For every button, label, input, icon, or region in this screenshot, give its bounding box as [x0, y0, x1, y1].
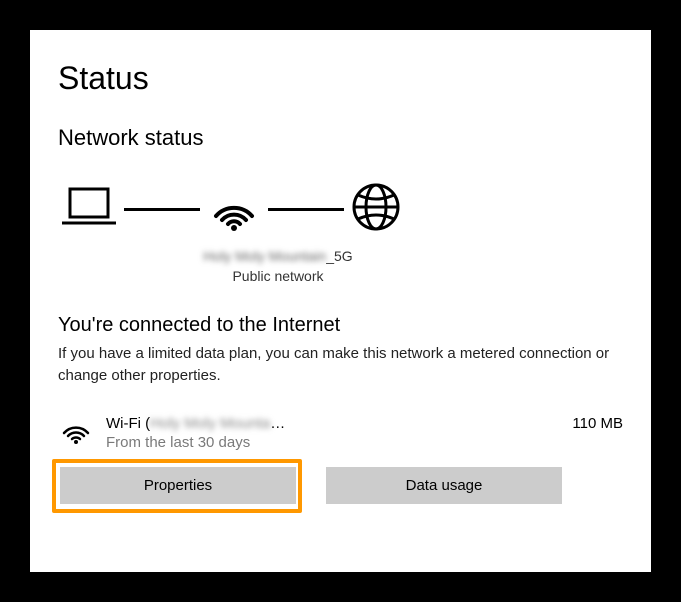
connection-prefix: Wi-Fi (	[106, 415, 150, 432]
connector-line	[124, 208, 200, 211]
connection-suffix: …	[270, 415, 285, 432]
buttons-row: Properties Data usage	[58, 467, 623, 504]
connection-name-obscured: Holy Moly Mounta	[150, 415, 270, 432]
network-diagram	[60, 181, 623, 238]
connection-texts: Wi-Fi (Holy Moly Mounta… From the last 3…	[106, 415, 558, 451]
laptop-icon	[60, 185, 118, 234]
settings-panel: Status Network status	[30, 30, 651, 572]
section-title: Network status	[58, 125, 623, 151]
wifi-icon	[206, 182, 262, 237]
properties-button[interactable]: Properties	[60, 467, 296, 504]
page-title: Status	[58, 60, 623, 97]
network-type: Public network	[168, 268, 388, 284]
network-name-suffix: _5G	[326, 248, 352, 264]
data-amount: 110 MB	[572, 415, 623, 432]
connection-row: Wi-Fi (Holy Moly Mounta… From the last 3…	[58, 415, 623, 451]
network-name-obscured: Holy Moly Mountain	[203, 248, 326, 264]
wifi-icon	[60, 417, 92, 450]
status-headline: You're connected to the Internet	[58, 314, 623, 337]
connection-subtext: From the last 30 days	[106, 434, 558, 451]
status-description: If you have a limited data plan, you can…	[58, 343, 623, 387]
connection-name: Wi-Fi (Holy Moly Mounta…	[106, 415, 558, 432]
data-usage-button[interactable]: Data usage	[326, 467, 562, 504]
globe-icon	[350, 181, 402, 238]
connector-line	[268, 208, 344, 211]
network-label-group: Holy Moly Mountain_5G Public network	[168, 248, 388, 284]
